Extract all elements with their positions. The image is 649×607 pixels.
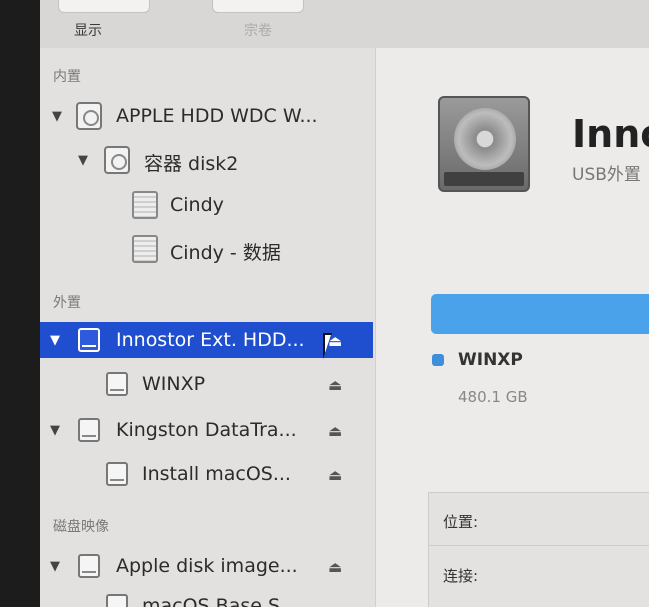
sidebar-item-apple-disk-image[interactable]: ▼ Apple disk image... ⏏	[40, 548, 375, 584]
sidebar-item-label: Apple disk image...	[116, 555, 298, 577]
external-disk-icon	[78, 418, 100, 442]
device-subtitle: USB外置	[572, 165, 641, 185]
internal-disk-icon	[76, 102, 102, 130]
sidebar-item-label: macOS Base S...	[142, 595, 299, 607]
info-table: 位置: 连接:	[428, 492, 649, 607]
external-disk-icon	[78, 328, 100, 352]
partition-size: 480.1 GB	[458, 388, 528, 406]
sidebar-item-label: Innostor Ext. HDD...	[116, 329, 305, 351]
sidebar-item-kingston[interactable]: ▼ Kingston DataTra... ⏏	[40, 412, 375, 448]
disk-usage-bar	[431, 294, 649, 334]
mouse-pointer-icon	[323, 333, 332, 359]
device-title: Inno	[572, 112, 649, 156]
sidebar-item-winxp[interactable]: WINXP ⏏	[40, 366, 375, 402]
volume-label: 宗卷	[244, 23, 272, 39]
volume-icon	[132, 191, 158, 219]
disk-utility-window: 显示 宗卷 内置 ▼ APPLE HDD WDC W... ▼ 容器 disk2…	[40, 0, 649, 607]
sidebar-item-install-macos[interactable]: Install macOS... ⏏	[40, 456, 375, 492]
sidebar-item-cindy-data[interactable]: Cindy - 数据	[40, 231, 375, 267]
toolbar: 显示 宗卷	[40, 0, 649, 49]
partition-name: WINXP	[458, 350, 523, 370]
eject-icon[interactable]: ⏏	[328, 376, 342, 394]
eject-icon[interactable]: ⏏	[328, 558, 342, 576]
sidebar: 内置 ▼ APPLE HDD WDC W... ▼ 容器 disk2 Cindy…	[40, 48, 376, 607]
volume-button[interactable]	[212, 0, 304, 13]
disclosure-triangle-icon[interactable]: ▼	[50, 423, 60, 438]
sidebar-item-label: Install macOS...	[142, 463, 291, 485]
disclosure-triangle-icon[interactable]: ▼	[50, 333, 60, 348]
external-section-heading: 外置	[53, 295, 81, 311]
sidebar-item-label: APPLE HDD WDC W...	[116, 105, 318, 127]
sidebar-item-label: WINXP	[142, 373, 206, 395]
volume-icon	[132, 235, 158, 263]
disk-images-section-heading: 磁盘映像	[53, 519, 109, 535]
sidebar-item-container-disk2[interactable]: ▼ 容器 disk2	[40, 142, 375, 178]
disk-image-icon	[78, 554, 100, 578]
sidebar-item-cindy[interactable]: Cindy	[40, 187, 375, 223]
eject-icon[interactable]: ⏏	[328, 422, 342, 440]
external-volume-icon	[106, 372, 128, 396]
detail-pane: Inno USB外置 WINXP 480.1 GB 位置: 连接:	[376, 48, 649, 607]
internal-section-heading: 内置	[53, 69, 81, 85]
sidebar-item-label: Kingston DataTra...	[116, 419, 297, 441]
disclosure-triangle-icon[interactable]: ▼	[78, 153, 88, 168]
location-label: 位置:	[443, 513, 479, 531]
sidebar-item-apple-hdd[interactable]: ▼ APPLE HDD WDC W...	[40, 98, 375, 134]
container-disk-icon	[104, 146, 130, 174]
external-volume-icon	[106, 594, 128, 607]
sidebar-item-macos-base[interactable]: macOS Base S...	[40, 588, 375, 607]
disclosure-triangle-icon[interactable]: ▼	[50, 559, 60, 574]
display-label[interactable]: 显示	[74, 20, 102, 40]
sidebar-item-label: Cindy	[170, 194, 224, 216]
eject-icon[interactable]: ⏏	[328, 466, 342, 484]
partition-color-swatch	[432, 354, 444, 366]
hard-disk-icon	[438, 96, 530, 192]
display-button[interactable]	[58, 0, 150, 13]
disclosure-triangle-icon[interactable]: ▼	[52, 109, 62, 124]
screen-bezel	[0, 0, 40, 607]
sidebar-item-label: 容器 disk2	[144, 153, 239, 175]
connection-label: 连接:	[443, 567, 479, 585]
sidebar-item-label: Cindy - 数据	[170, 242, 281, 264]
external-volume-icon	[106, 462, 128, 486]
